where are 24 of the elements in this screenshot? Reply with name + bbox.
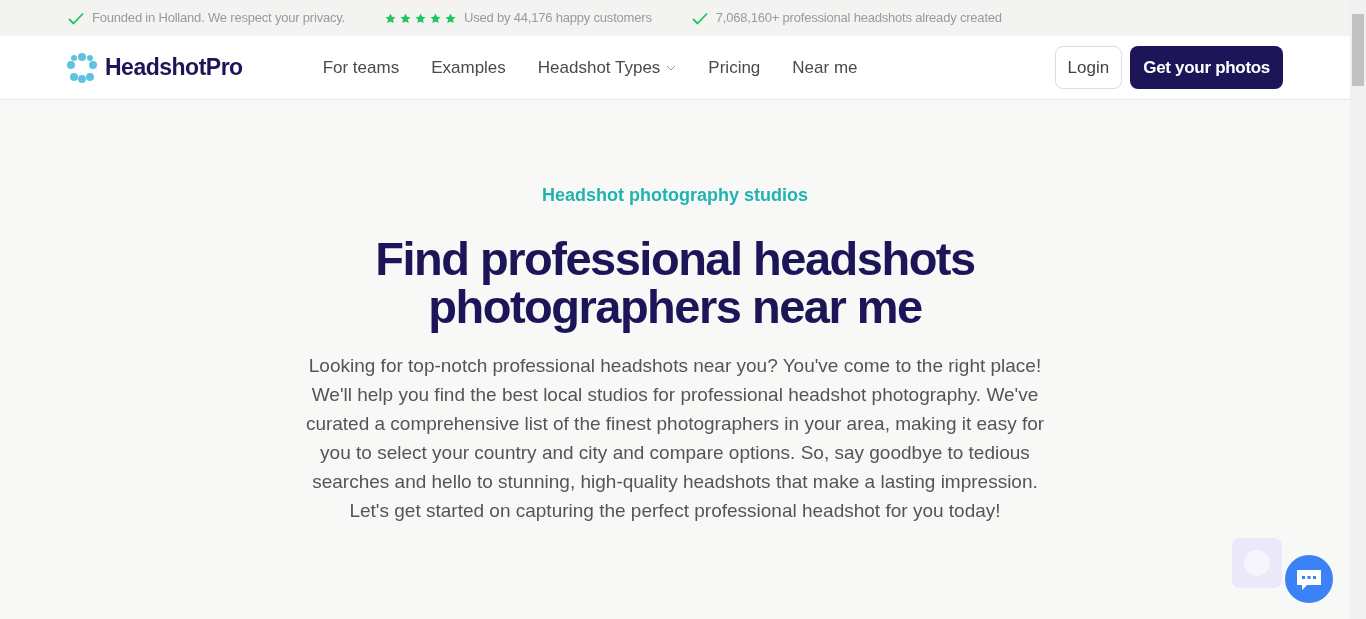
nav-link[interactable]: Near me <box>792 54 858 81</box>
hero-title: Find professional headshots photographers near me <box>374 235 976 331</box>
nav-link[interactable]: For teams <box>322 54 400 81</box>
star-icon <box>430 12 441 24</box>
trust-text: Founded in Holland. We respect your privacy. <box>92 9 345 28</box>
nav-link[interactable]: Examples <box>431 54 506 81</box>
scrollbar[interactable] <box>1350 0 1366 619</box>
hero-paragraph: Looking for top-notch professional headshots near you? You've come to the right place! We'll help you find the best local studios for professional headshot photography. We've curated a comprehensive list of the finest photographers in your area, making it easy for you to select your country and city and compare options. So, say goodbye to tedious searches and hello to stunning, high-quality headshots that make a lasting impression. Let's get started on capturing the perfect professional headshot for you today! <box>304 354 1046 523</box>
star-icon <box>415 12 426 24</box>
logo-text[interactable]: HeadshotPro <box>105 50 243 85</box>
chat-icon[interactable] <box>1285 555 1333 603</box>
get-photos-button[interactable]: Get your photos <box>1130 45 1283 90</box>
check-icon <box>691 11 708 25</box>
star-icon <box>400 12 411 24</box>
nav-link[interactable]: Pricing <box>708 54 761 81</box>
eyebrow-text: Headshot photography studios <box>542 184 808 207</box>
logo-icon <box>67 52 97 83</box>
star-icon <box>385 12 396 24</box>
star-icon <box>445 12 456 24</box>
check-icon <box>68 11 84 25</box>
trust-text: Used by 44,176 happy customers <box>464 9 652 28</box>
login-button[interactable]: Login <box>1054 45 1123 90</box>
trust-text: 7,068,160+ professional headshots already created <box>715 9 1002 28</box>
nav-link[interactable]: Headshot Types <box>537 54 677 81</box>
